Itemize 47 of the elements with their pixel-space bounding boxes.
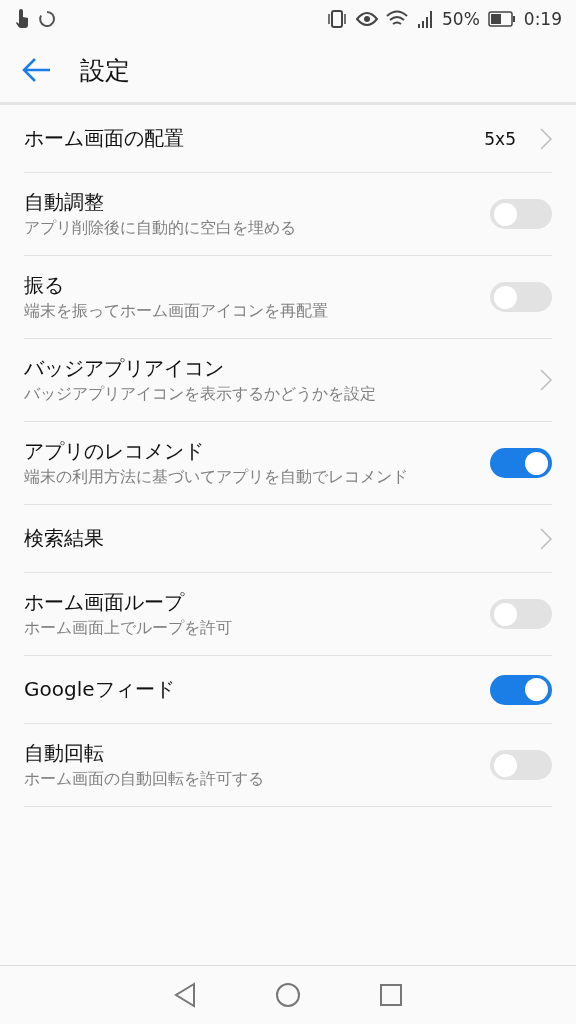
setting-description: 端末を振ってホーム画面アイコンを再配置 [24, 301, 329, 322]
settings-row[interactable]: 検索結果 [24, 505, 552, 573]
setting-value: 5x5 [484, 128, 516, 149]
chevron-right-icon [540, 369, 552, 391]
settings-row[interactable]: ホーム画面ループ ホーム画面上でループを許可 [24, 573, 552, 656]
toggle-switch[interactable] [490, 282, 552, 312]
wifi-icon [386, 10, 408, 28]
toggle-switch[interactable] [490, 674, 552, 705]
setting-title: 振る [24, 272, 65, 300]
setting-description: アプリ削除後に自動的に空白を埋める [24, 218, 297, 239]
setting-title: アプリのレコメンド [24, 438, 205, 466]
home-nav-button[interactable] [275, 982, 301, 1008]
setting-title: 自動調整 [24, 189, 105, 217]
setting-description: 端末の利用方法に基づいてアプリを自動でレコメンド [24, 467, 409, 488]
clock-time: 0:19 [523, 9, 562, 29]
setting-title: ホーム画面の配置 [24, 125, 185, 152]
settings-row[interactable]: バッジアプリアイコン バッジアプリアイコンを表示するかどうかを設定 [24, 339, 552, 422]
settings-row[interactable]: 自動調整 アプリ削除後に自動的に空白を埋める [24, 173, 552, 256]
toggle-switch[interactable] [490, 199, 552, 229]
setting-title: バッジアプリアイコン [24, 355, 225, 383]
signal-icon [416, 10, 434, 28]
setting-title: 検索結果 [24, 525, 105, 552]
eye-icon [356, 11, 378, 27]
settings-row[interactable]: 振る 端末を振ってホーム画面アイコンを再配置 [24, 256, 552, 339]
battery-percent: 50% [442, 9, 480, 29]
setting-title: Googleフィード [24, 676, 176, 703]
settings-row[interactable]: ホーム画面の配置 5x5 [24, 105, 552, 173]
setting-description: バッジアプリアイコンを表示するかどうかを設定 [24, 384, 377, 405]
toggle-switch[interactable] [490, 599, 552, 629]
setting-description: ホーム画面上でループを許可 [24, 618, 233, 639]
toggle-switch[interactable] [490, 750, 552, 780]
settings-row[interactable]: 自動回転 ホーム画面の自動回転を許可する [24, 724, 552, 807]
back-nav-button[interactable] [173, 982, 197, 1008]
settings-row[interactable]: アプリのレコメンド 端末の利用方法に基づいてアプリを自動でレコメンド [24, 422, 552, 505]
hand-icon [14, 9, 30, 29]
setting-title: ホーム画面ループ [24, 589, 186, 617]
chevron-right-icon [540, 527, 552, 550]
chevron-right-icon [540, 127, 552, 150]
setting-title: 自動回転 [24, 740, 105, 768]
toggle-switch[interactable] [490, 448, 552, 478]
battery-icon [487, 11, 516, 27]
setting-description: ホーム画面の自動回転を許可する [24, 769, 265, 790]
settings-row[interactable]: Googleフィード [24, 656, 552, 724]
vibrate-icon [326, 9, 348, 29]
recents-nav-button[interactable] [379, 983, 403, 1007]
page-title: 設定 [80, 54, 130, 87]
back-button[interactable] [22, 57, 52, 83]
